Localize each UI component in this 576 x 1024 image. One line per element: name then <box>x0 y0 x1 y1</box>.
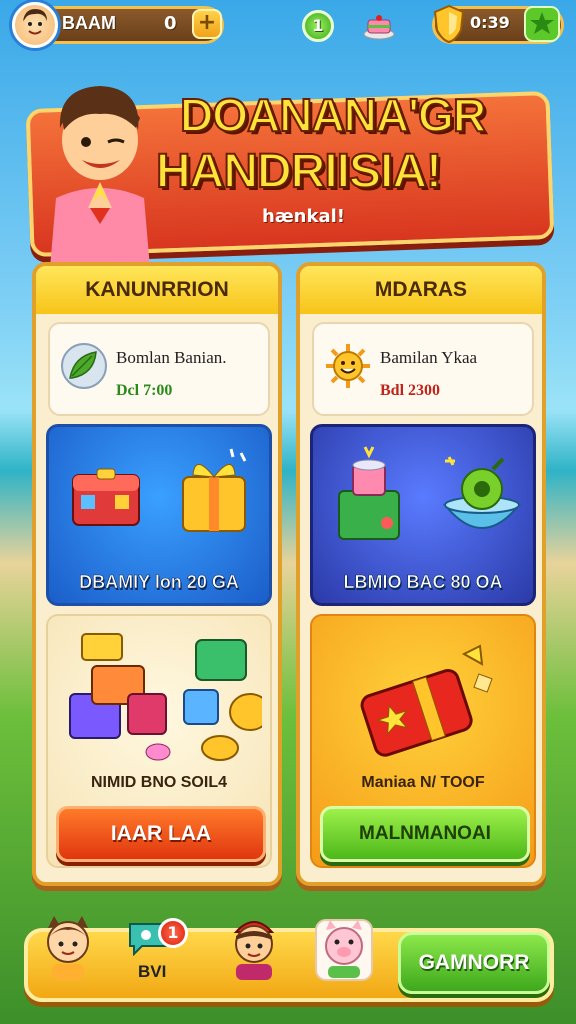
info-title: Bamilan Ykaa <box>380 348 478 367</box>
game-subtitle: hænkal! <box>262 206 345 227</box>
offer-card[interactable]: LBMIO BAC 80 OA <box>310 424 536 606</box>
nav-label: BVI <box>138 962 167 981</box>
potion-box-icon <box>329 443 409 543</box>
info-card[interactable]: Bomlan Banian. Dcl 7:00 <box>48 322 270 416</box>
panel-header: MDARAS <box>300 266 542 314</box>
panel-header: KANUNRRION <box>36 266 278 314</box>
info-title: Bomlan Banian. <box>116 348 227 367</box>
sun-face-icon <box>324 342 372 390</box>
add-coins-button[interactable]: + <box>192 9 222 39</box>
boy-face-icon <box>23 9 47 35</box>
chest-icon <box>67 455 147 535</box>
offer-label: LBMIO BAC 80 OA <box>343 572 503 593</box>
leaf-icon <box>60 342 108 390</box>
player-name: BAAM <box>62 13 116 33</box>
coin-count: 0 <box>164 13 177 34</box>
top-bar: BAAM 0 + 1 0:39 <box>0 0 576 52</box>
timer-value: 0:39 <box>470 13 510 32</box>
bundle-label: NIMID BNO SOIL4 <box>90 774 227 791</box>
cake-icon[interactable] <box>362 8 396 42</box>
nav-pig-avatar[interactable] <box>314 914 374 982</box>
shop-panel-right: MDARAS Bamilan Ykaa Bdl 2300 LBMIO BAC 8… <box>296 262 546 886</box>
claim-button[interactable]: MALNMANOAI <box>320 806 530 862</box>
level-badge[interactable]: 1 <box>302 10 334 42</box>
shop-panel-left: KANUNRRION Bomlan Banian. Dcl 7:00 DBAMI… <box>32 262 282 886</box>
gift-box-icon <box>171 447 255 537</box>
offer-card[interactable]: DBAMIY lon 20 GA <box>46 424 272 606</box>
mascot-boy <box>40 78 170 268</box>
game-title-line1: DOANANA'GR <box>179 88 487 142</box>
shield-icon <box>432 4 466 44</box>
info-card[interactable]: Bamilan Ykaa Bdl 2300 <box>312 322 534 416</box>
player-avatar[interactable] <box>12 2 58 48</box>
toy-bundle-icon <box>62 624 271 764</box>
offer-label: DBAMIY lon 20 GA <box>79 572 239 593</box>
bundle-card[interactable]: NIMID BNO SOIL4 IAAR LAA <box>46 614 272 868</box>
play-button[interactable]: GAMNORR <box>398 932 550 994</box>
bundle-label: Maniaa N/ TOOF <box>361 774 485 791</box>
info-price: Dcl 7:00 <box>116 382 173 399</box>
bundle-card[interactable]: Maniaa N/ TOOF MALNMANOAI <box>310 614 536 868</box>
green-fruit-bowl-icon <box>437 443 527 543</box>
red-ticket-icon <box>352 640 502 760</box>
nav-boy-avatar[interactable] <box>226 914 282 982</box>
buy-button[interactable]: IAAR LAA <box>56 806 266 862</box>
notification-badge: 1 <box>158 918 188 948</box>
game-title-line2: HANDRIISIA! <box>155 144 443 199</box>
nav-cat-girl-avatar[interactable] <box>40 914 96 982</box>
info-price: Bdl 2300 <box>380 382 441 399</box>
star-button[interactable] <box>524 6 560 42</box>
